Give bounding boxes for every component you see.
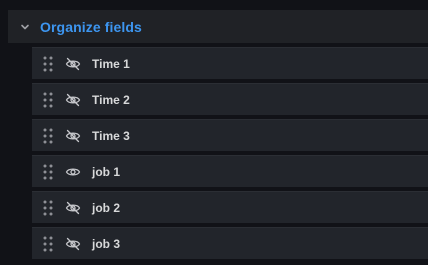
field-list: Time 1 Time 2 Time 3 job 1 job 2 job 3 [32,47,428,263]
field-row: job 1 [32,155,428,187]
chevron-down-icon[interactable] [18,20,32,34]
field-label: job 1 [92,164,121,179]
eye-slash-icon[interactable] [64,91,82,109]
eye-slash-icon[interactable] [64,127,82,145]
drag-handle-icon[interactable] [42,92,54,108]
field-row: Time 2 [32,83,428,115]
eye-icon[interactable] [64,163,82,181]
field-row: Time 3 [32,119,428,151]
organize-fields-header[interactable]: Organize fields [8,10,428,43]
field-label: Time 3 [92,128,130,143]
drag-handle-icon[interactable] [42,128,54,144]
field-row: Time 1 [32,47,428,79]
section-title: Organize fields [40,18,142,35]
drag-handle-icon[interactable] [42,56,54,72]
field-row: job 2 [32,191,428,223]
eye-slash-icon[interactable] [64,55,82,73]
field-label: Time 1 [92,56,130,71]
field-row: job 3 [32,227,428,259]
drag-handle-icon[interactable] [42,236,54,252]
field-label: Time 2 [92,92,130,107]
field-label: job 2 [92,200,121,215]
drag-handle-icon[interactable] [42,164,54,180]
field-label: job 3 [92,236,121,251]
eye-slash-icon[interactable] [64,199,82,217]
eye-slash-icon[interactable] [64,235,82,253]
drag-handle-icon[interactable] [42,200,54,216]
